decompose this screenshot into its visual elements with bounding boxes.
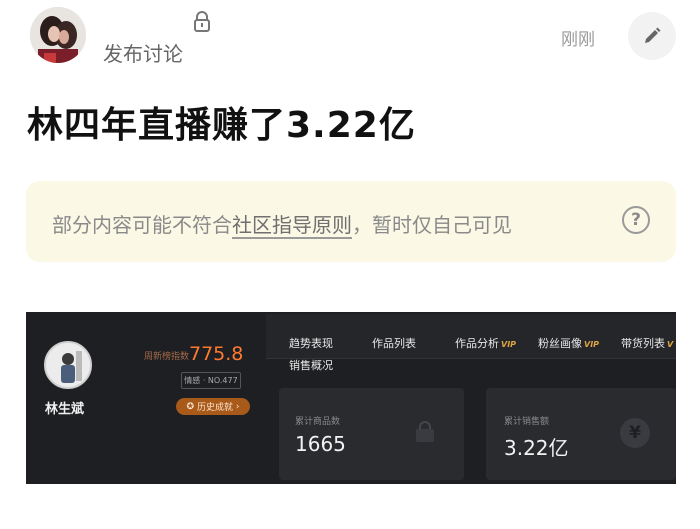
embedded-screenshot: 林生斌 周新榜指数 775.8 情感 · NO.477 ✪ 历史成就 › 趋势表… xyxy=(26,312,676,484)
edit-button[interactable] xyxy=(628,12,676,60)
rank-label: 周新榜指数 xyxy=(144,352,190,362)
author-avatar[interactable] xyxy=(30,7,86,63)
tab-analysis[interactable]: 作品分析 VIP xyxy=(455,335,516,351)
streamer-name: 林生斌 xyxy=(45,402,85,417)
lock-icon xyxy=(192,10,212,32)
tab-fans[interactable]: 粉丝画像 VIP xyxy=(538,335,599,351)
history-label: 历史成就 xyxy=(196,403,233,413)
tab-works-label: 作品列表 xyxy=(372,337,416,350)
question-circle-icon[interactable]: ? xyxy=(622,206,650,234)
history-button[interactable]: ✪ 历史成就 › xyxy=(176,398,250,415)
vip-badge: VIP xyxy=(584,340,600,349)
vip-badge: VIP xyxy=(501,340,517,349)
card-label: 累计商品数 xyxy=(295,417,341,427)
tab-works[interactable]: 作品列表 xyxy=(372,335,416,351)
author-label[interactable]: 发布讨论 xyxy=(103,38,183,67)
rank-value: 775.8 xyxy=(189,343,244,365)
tab-goods-label: 带货列表 xyxy=(621,337,665,350)
yen-icon: ¥ xyxy=(620,418,650,448)
notice-text-before: 部分内容可能不符合 xyxy=(52,213,232,237)
vip-badge: V xyxy=(667,340,674,349)
community-guidelines-link[interactable]: 社区指导原则 xyxy=(232,213,352,237)
rank-tag: 情感 · NO.477 xyxy=(181,372,241,389)
card-label: 累计销售额 xyxy=(504,417,550,427)
sales-overview-label: 销售概况 xyxy=(289,359,333,372)
notice-text: 部分内容可能不符合社区指导原则，暂时仅自己可见 xyxy=(52,209,512,238)
notice-text-after: ，暂时仅自己可见 xyxy=(352,213,512,237)
card-value: 3.22亿 xyxy=(504,436,569,460)
tab-goods[interactable]: 带货列表 V xyxy=(621,335,673,351)
pencil-icon xyxy=(645,27,661,43)
post-timestamp: 刚刚 xyxy=(561,30,595,50)
post-title: 林四年直播赚了3.22亿 xyxy=(27,105,416,146)
tab-trend-label: 趋势表现 xyxy=(289,337,333,350)
tab-trend[interactable]: 趋势表现 xyxy=(289,335,333,351)
tab-fans-label: 粉丝画像 xyxy=(538,337,582,350)
card-value: 1665 xyxy=(295,432,346,456)
tab-analysis-label: 作品分析 xyxy=(455,337,499,350)
streamer-avatar xyxy=(44,341,92,389)
trophy-icon: ✪ xyxy=(186,401,197,412)
shopping-bag-icon xyxy=(413,420,437,444)
